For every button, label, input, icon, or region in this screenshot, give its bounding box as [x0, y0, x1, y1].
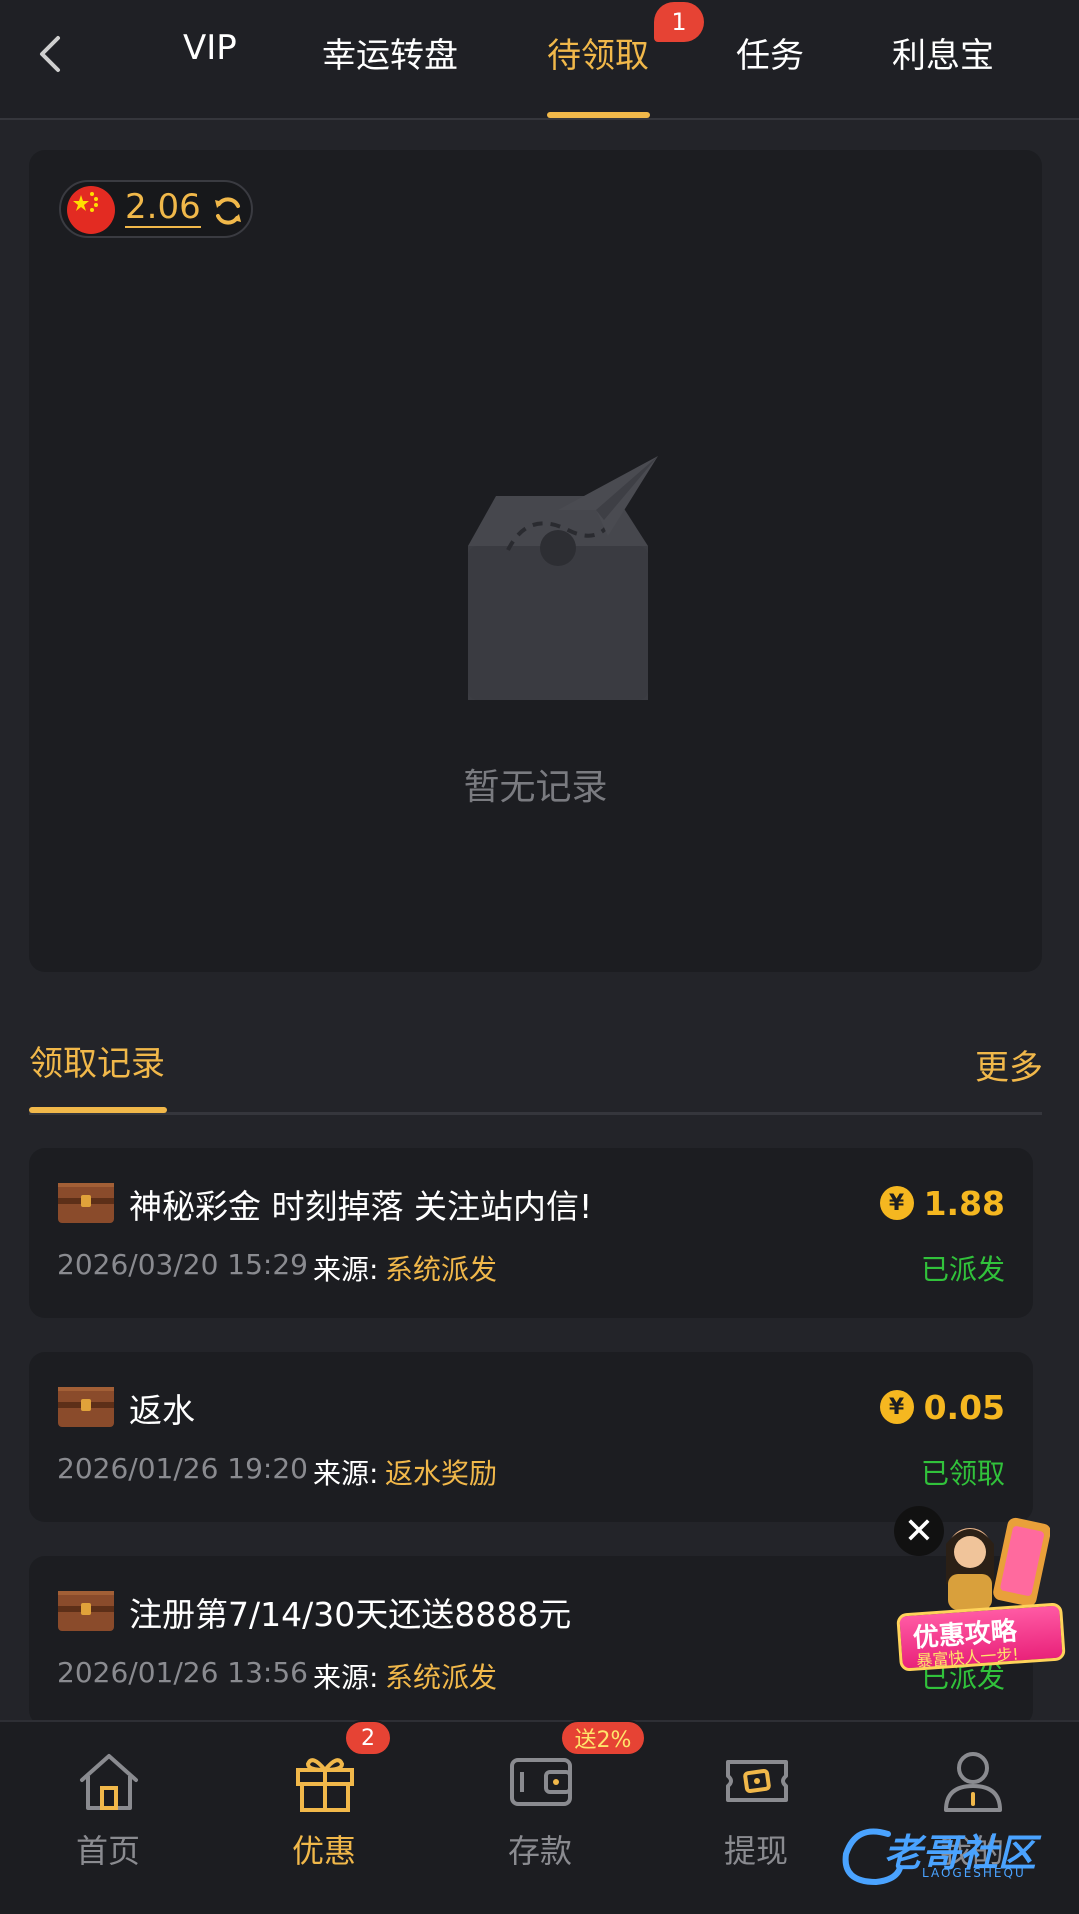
record-status: 已领取 [920, 1457, 1005, 1490]
empty-box-paper-plane-icon [408, 450, 708, 720]
record-source-value: 返水奖励 [385, 1457, 498, 1490]
record-title: 注册第7/14/30天还送8888元 [129, 1595, 572, 1634]
record-source-label: 来源: [313, 1457, 379, 1490]
tab-interest[interactable]: 利息宝 [892, 28, 994, 78]
empty-state-text: 暂无记录 [463, 767, 608, 808]
user-icon [944, 1752, 1002, 1812]
record-source-label: 来源: [313, 1253, 379, 1286]
tab-pending-badge: 1 [654, 2, 704, 42]
nav-withdraw[interactable]: 提现 [676, 1722, 836, 1914]
tab-pending[interactable]: 待领取 [547, 28, 649, 78]
record-source-label: 来源: [313, 1661, 379, 1694]
records-tab[interactable]: 领取记录 [29, 1036, 165, 1085]
yuan-coin-icon: ¥ [879, 1186, 914, 1220]
home-icon [80, 1754, 138, 1810]
close-icon[interactable]: ✕ [894, 1506, 944, 1556]
record-amount-value: 0.05 [923, 1387, 1005, 1427]
tab-tasks[interactable]: 任务 [736, 28, 804, 78]
record-item[interactable]: 注册第7/14/30天还送8888元 2026/01/26 13:56 来源: … [29, 1556, 1033, 1726]
watermark-subtext: LAOGESHEQU [922, 1866, 1026, 1880]
balance-pill[interactable]: 2.06 [59, 180, 253, 238]
records-tab-indicator [29, 1107, 167, 1113]
nav-promotions-badge: 2 [344, 1720, 392, 1756]
nav-home[interactable]: 首页 [28, 1722, 188, 1914]
more-link[interactable]: 更多 [975, 1040, 1043, 1089]
balance-value: 2.06 [125, 187, 201, 228]
record-title: 神秘彩金 时刻掉落 关注站内信! [129, 1187, 593, 1226]
record-item[interactable]: 神秘彩金 时刻掉落 关注站内信! ¥ 1.88 2026/03/20 15:29… [29, 1148, 1033, 1318]
nav-home-label: 首页 [75, 1832, 140, 1870]
record-title: 返水 [129, 1391, 195, 1430]
record-amount: ¥ 0.05 [879, 1386, 1005, 1428]
pending-card: 2.06 暂无记录 [29, 150, 1042, 972]
tab-active-indicator [547, 112, 650, 118]
yuan-coin-icon: ¥ [879, 1390, 914, 1424]
watermark-logo: 老哥社区 LAOGESHEQU [836, 1820, 1064, 1890]
nav-promotions-label: 优惠 [291, 1832, 356, 1870]
top-nav: VIP 幸运转盘 待领取 1 任务 利息宝 [0, 0, 1079, 120]
tab-vip[interactable]: VIP [183, 28, 237, 78]
record-source-value: 系统派发 [385, 1661, 498, 1694]
china-flag-icon [67, 186, 115, 234]
wallet-icon [510, 1758, 572, 1806]
chevron-left-icon [40, 36, 60, 72]
record-amount: ¥ 1.88 [879, 1182, 1005, 1224]
treasure-chest-icon [57, 1590, 115, 1632]
nav-deposit-label: 存款 [507, 1832, 572, 1870]
record-source-value: 系统派发 [385, 1253, 498, 1286]
tab-lucky-wheel[interactable]: 幸运转盘 [322, 28, 458, 78]
nav-deposit-badge: 送2% [560, 1720, 646, 1756]
nav-withdraw-label: 提现 [723, 1832, 788, 1870]
cash-icon [726, 1760, 788, 1802]
record-status: 已派发 [920, 1253, 1005, 1286]
promo-float[interactable]: 优惠攻略 暴富快人一步! ✕ [894, 1506, 1066, 1676]
back-button[interactable] [28, 32, 72, 76]
treasure-chest-icon [57, 1386, 115, 1428]
promo-character-icon [930, 1514, 1051, 1614]
record-amount-value: 1.88 [923, 1183, 1005, 1223]
promo-banner[interactable]: 优惠攻略 暴富快人一步! [896, 1602, 1066, 1672]
record-time: 2026/03/20 15:29 [57, 1248, 308, 1281]
gift-icon [296, 1758, 354, 1812]
refresh-icon[interactable] [211, 194, 245, 228]
treasure-chest-icon [57, 1182, 115, 1224]
record-time: 2026/01/26 19:20 [57, 1452, 308, 1485]
record-time: 2026/01/26 13:56 [57, 1656, 308, 1689]
record-item[interactable]: 返水 ¥ 0.05 2026/01/26 19:20 来源: 返水奖励 已领取 [29, 1352, 1033, 1522]
divider [29, 1112, 1042, 1115]
